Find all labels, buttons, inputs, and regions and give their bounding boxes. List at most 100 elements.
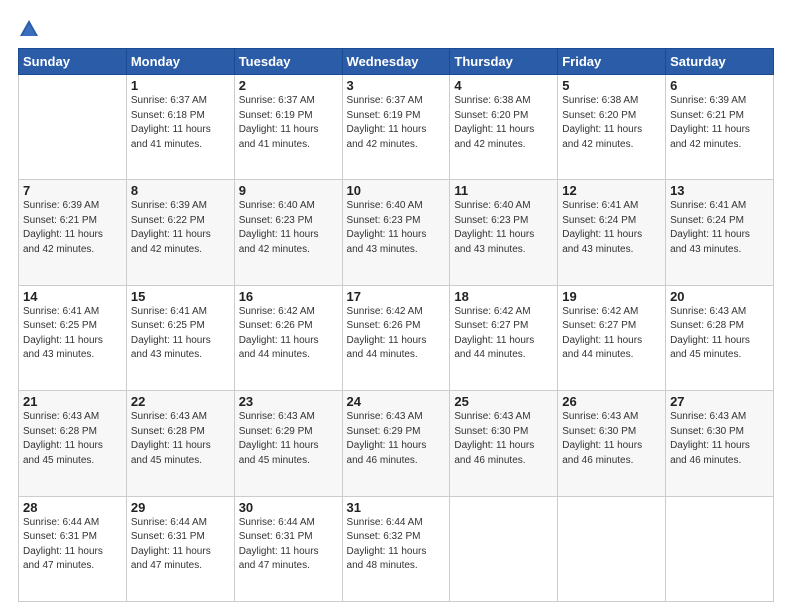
weekday-header-saturday: Saturday	[666, 49, 774, 75]
calendar-cell: 3Sunrise: 6:37 AM Sunset: 6:19 PM Daylig…	[342, 75, 450, 180]
day-info: Sunrise: 6:41 AM Sunset: 6:24 PM Dayligh…	[562, 199, 661, 257]
day-number: 10	[347, 183, 446, 198]
calendar-header: SundayMondayTuesdayWednesdayThursdayFrid…	[19, 49, 774, 75]
day-info: Sunrise: 6:41 AM Sunset: 6:25 PM Dayligh…	[131, 305, 230, 363]
day-info: Sunrise: 6:43 AM Sunset: 6:30 PM Dayligh…	[454, 410, 553, 468]
calendar-cell	[450, 496, 558, 601]
week-row-4: 21Sunrise: 6:43 AM Sunset: 6:28 PM Dayli…	[19, 391, 774, 496]
day-info: Sunrise: 6:40 AM Sunset: 6:23 PM Dayligh…	[239, 199, 338, 257]
day-number: 17	[347, 289, 446, 304]
day-number: 9	[239, 183, 338, 198]
calendar-cell: 21Sunrise: 6:43 AM Sunset: 6:28 PM Dayli…	[19, 391, 127, 496]
calendar-cell: 26Sunrise: 6:43 AM Sunset: 6:30 PM Dayli…	[558, 391, 666, 496]
calendar-cell: 8Sunrise: 6:39 AM Sunset: 6:22 PM Daylig…	[126, 180, 234, 285]
day-info: Sunrise: 6:39 AM Sunset: 6:22 PM Dayligh…	[131, 199, 230, 257]
week-row-3: 14Sunrise: 6:41 AM Sunset: 6:25 PM Dayli…	[19, 285, 774, 390]
calendar-cell: 24Sunrise: 6:43 AM Sunset: 6:29 PM Dayli…	[342, 391, 450, 496]
calendar-cell: 5Sunrise: 6:38 AM Sunset: 6:20 PM Daylig…	[558, 75, 666, 180]
day-number: 16	[239, 289, 338, 304]
weekday-header-thursday: Thursday	[450, 49, 558, 75]
logo	[18, 16, 44, 40]
weekday-header-wednesday: Wednesday	[342, 49, 450, 75]
day-info: Sunrise: 6:44 AM Sunset: 6:31 PM Dayligh…	[131, 516, 230, 574]
calendar-cell: 13Sunrise: 6:41 AM Sunset: 6:24 PM Dayli…	[666, 180, 774, 285]
page: SundayMondayTuesdayWednesdayThursdayFrid…	[0, 0, 792, 612]
calendar-cell: 28Sunrise: 6:44 AM Sunset: 6:31 PM Dayli…	[19, 496, 127, 601]
day-info: Sunrise: 6:39 AM Sunset: 6:21 PM Dayligh…	[23, 199, 122, 257]
week-row-2: 7Sunrise: 6:39 AM Sunset: 6:21 PM Daylig…	[19, 180, 774, 285]
day-number: 13	[670, 183, 769, 198]
day-number: 19	[562, 289, 661, 304]
day-number: 3	[347, 78, 446, 93]
calendar-cell: 29Sunrise: 6:44 AM Sunset: 6:31 PM Dayli…	[126, 496, 234, 601]
calendar-cell: 25Sunrise: 6:43 AM Sunset: 6:30 PM Dayli…	[450, 391, 558, 496]
day-info: Sunrise: 6:43 AM Sunset: 6:28 PM Dayligh…	[23, 410, 122, 468]
calendar-cell: 10Sunrise: 6:40 AM Sunset: 6:23 PM Dayli…	[342, 180, 450, 285]
calendar-cell: 15Sunrise: 6:41 AM Sunset: 6:25 PM Dayli…	[126, 285, 234, 390]
day-number: 27	[670, 394, 769, 409]
weekday-header-friday: Friday	[558, 49, 666, 75]
calendar-cell: 1Sunrise: 6:37 AM Sunset: 6:18 PM Daylig…	[126, 75, 234, 180]
calendar-body: 1Sunrise: 6:37 AM Sunset: 6:18 PM Daylig…	[19, 75, 774, 602]
day-info: Sunrise: 6:43 AM Sunset: 6:29 PM Dayligh…	[239, 410, 338, 468]
calendar-cell: 11Sunrise: 6:40 AM Sunset: 6:23 PM Dayli…	[450, 180, 558, 285]
day-number: 18	[454, 289, 553, 304]
day-number: 26	[562, 394, 661, 409]
day-info: Sunrise: 6:38 AM Sunset: 6:20 PM Dayligh…	[454, 94, 553, 152]
day-info: Sunrise: 6:42 AM Sunset: 6:27 PM Dayligh…	[562, 305, 661, 363]
day-number: 21	[23, 394, 122, 409]
calendar-cell: 31Sunrise: 6:44 AM Sunset: 6:32 PM Dayli…	[342, 496, 450, 601]
day-info: Sunrise: 6:41 AM Sunset: 6:25 PM Dayligh…	[23, 305, 122, 363]
day-number: 5	[562, 78, 661, 93]
day-info: Sunrise: 6:43 AM Sunset: 6:28 PM Dayligh…	[131, 410, 230, 468]
day-info: Sunrise: 6:43 AM Sunset: 6:30 PM Dayligh…	[670, 410, 769, 468]
day-info: Sunrise: 6:44 AM Sunset: 6:31 PM Dayligh…	[239, 516, 338, 574]
calendar-cell	[666, 496, 774, 601]
calendar-cell: 23Sunrise: 6:43 AM Sunset: 6:29 PM Dayli…	[234, 391, 342, 496]
calendar-cell: 14Sunrise: 6:41 AM Sunset: 6:25 PM Dayli…	[19, 285, 127, 390]
day-info: Sunrise: 6:43 AM Sunset: 6:29 PM Dayligh…	[347, 410, 446, 468]
calendar-cell: 27Sunrise: 6:43 AM Sunset: 6:30 PM Dayli…	[666, 391, 774, 496]
calendar-cell: 2Sunrise: 6:37 AM Sunset: 6:19 PM Daylig…	[234, 75, 342, 180]
calendar-cell: 7Sunrise: 6:39 AM Sunset: 6:21 PM Daylig…	[19, 180, 127, 285]
day-info: Sunrise: 6:37 AM Sunset: 6:18 PM Dayligh…	[131, 94, 230, 152]
calendar-cell	[558, 496, 666, 601]
day-number: 12	[562, 183, 661, 198]
weekday-header-sunday: Sunday	[19, 49, 127, 75]
day-info: Sunrise: 6:43 AM Sunset: 6:28 PM Dayligh…	[670, 305, 769, 363]
day-info: Sunrise: 6:42 AM Sunset: 6:26 PM Dayligh…	[347, 305, 446, 363]
day-info: Sunrise: 6:41 AM Sunset: 6:24 PM Dayligh…	[670, 199, 769, 257]
logo-icon	[18, 18, 40, 40]
calendar-cell: 22Sunrise: 6:43 AM Sunset: 6:28 PM Dayli…	[126, 391, 234, 496]
weekday-header-tuesday: Tuesday	[234, 49, 342, 75]
week-row-1: 1Sunrise: 6:37 AM Sunset: 6:18 PM Daylig…	[19, 75, 774, 180]
day-number: 4	[454, 78, 553, 93]
calendar-cell: 18Sunrise: 6:42 AM Sunset: 6:27 PM Dayli…	[450, 285, 558, 390]
day-number: 6	[670, 78, 769, 93]
day-info: Sunrise: 6:37 AM Sunset: 6:19 PM Dayligh…	[347, 94, 446, 152]
weekday-header-monday: Monday	[126, 49, 234, 75]
day-info: Sunrise: 6:40 AM Sunset: 6:23 PM Dayligh…	[454, 199, 553, 257]
day-info: Sunrise: 6:42 AM Sunset: 6:27 PM Dayligh…	[454, 305, 553, 363]
week-row-5: 28Sunrise: 6:44 AM Sunset: 6:31 PM Dayli…	[19, 496, 774, 601]
day-info: Sunrise: 6:37 AM Sunset: 6:19 PM Dayligh…	[239, 94, 338, 152]
day-info: Sunrise: 6:38 AM Sunset: 6:20 PM Dayligh…	[562, 94, 661, 152]
day-info: Sunrise: 6:44 AM Sunset: 6:31 PM Dayligh…	[23, 516, 122, 574]
day-number: 11	[454, 183, 553, 198]
day-number: 2	[239, 78, 338, 93]
day-number: 28	[23, 500, 122, 515]
day-number: 24	[347, 394, 446, 409]
day-number: 23	[239, 394, 338, 409]
day-info: Sunrise: 6:39 AM Sunset: 6:21 PM Dayligh…	[670, 94, 769, 152]
calendar-cell: 30Sunrise: 6:44 AM Sunset: 6:31 PM Dayli…	[234, 496, 342, 601]
calendar-cell	[19, 75, 127, 180]
calendar-cell: 19Sunrise: 6:42 AM Sunset: 6:27 PM Dayli…	[558, 285, 666, 390]
day-info: Sunrise: 6:40 AM Sunset: 6:23 PM Dayligh…	[347, 199, 446, 257]
calendar-cell: 20Sunrise: 6:43 AM Sunset: 6:28 PM Dayli…	[666, 285, 774, 390]
header	[18, 16, 774, 40]
day-number: 1	[131, 78, 230, 93]
day-number: 20	[670, 289, 769, 304]
calendar-table: SundayMondayTuesdayWednesdayThursdayFrid…	[18, 48, 774, 602]
day-number: 7	[23, 183, 122, 198]
calendar-cell: 17Sunrise: 6:42 AM Sunset: 6:26 PM Dayli…	[342, 285, 450, 390]
